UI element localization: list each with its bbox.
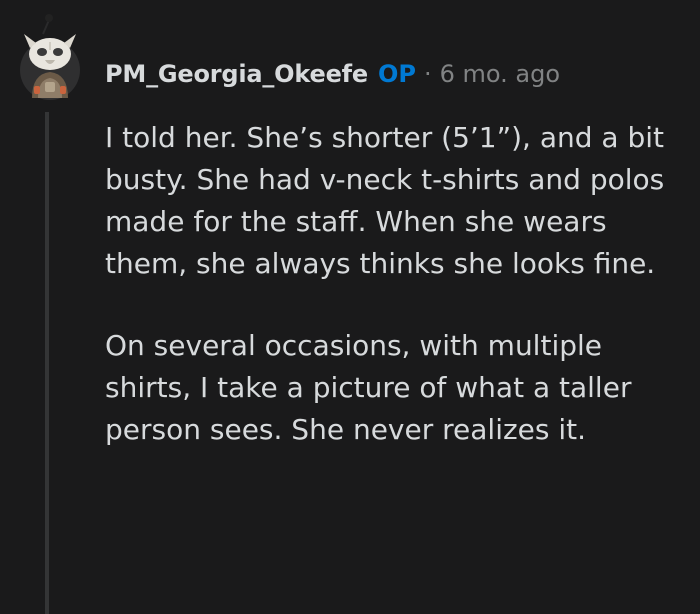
username-link[interactable]: PM_Georgia_Okeefe bbox=[105, 60, 368, 88]
user-avatar[interactable] bbox=[14, 12, 86, 104]
comment-body: I told her. She’s shorter (5’1”), and a … bbox=[105, 117, 665, 451]
comment: PM_Georgia_Okeefe OP · 6 mo. ago I told … bbox=[0, 0, 700, 614]
snoo-avatar-icon bbox=[20, 14, 80, 100]
thread-collapse-line[interactable] bbox=[45, 112, 49, 614]
comment-paragraph: On several occasions, with multiple shir… bbox=[105, 329, 632, 446]
comment-paragraph: I told her. She’s shorter (5’1”), and a … bbox=[105, 121, 665, 280]
timestamp-link[interactable]: 6 mo. ago bbox=[440, 60, 560, 88]
comment-header: PM_Georgia_Okeefe OP · 6 mo. ago bbox=[105, 54, 560, 94]
separator-dot: · bbox=[423, 60, 432, 88]
op-badge: OP bbox=[377, 60, 416, 88]
